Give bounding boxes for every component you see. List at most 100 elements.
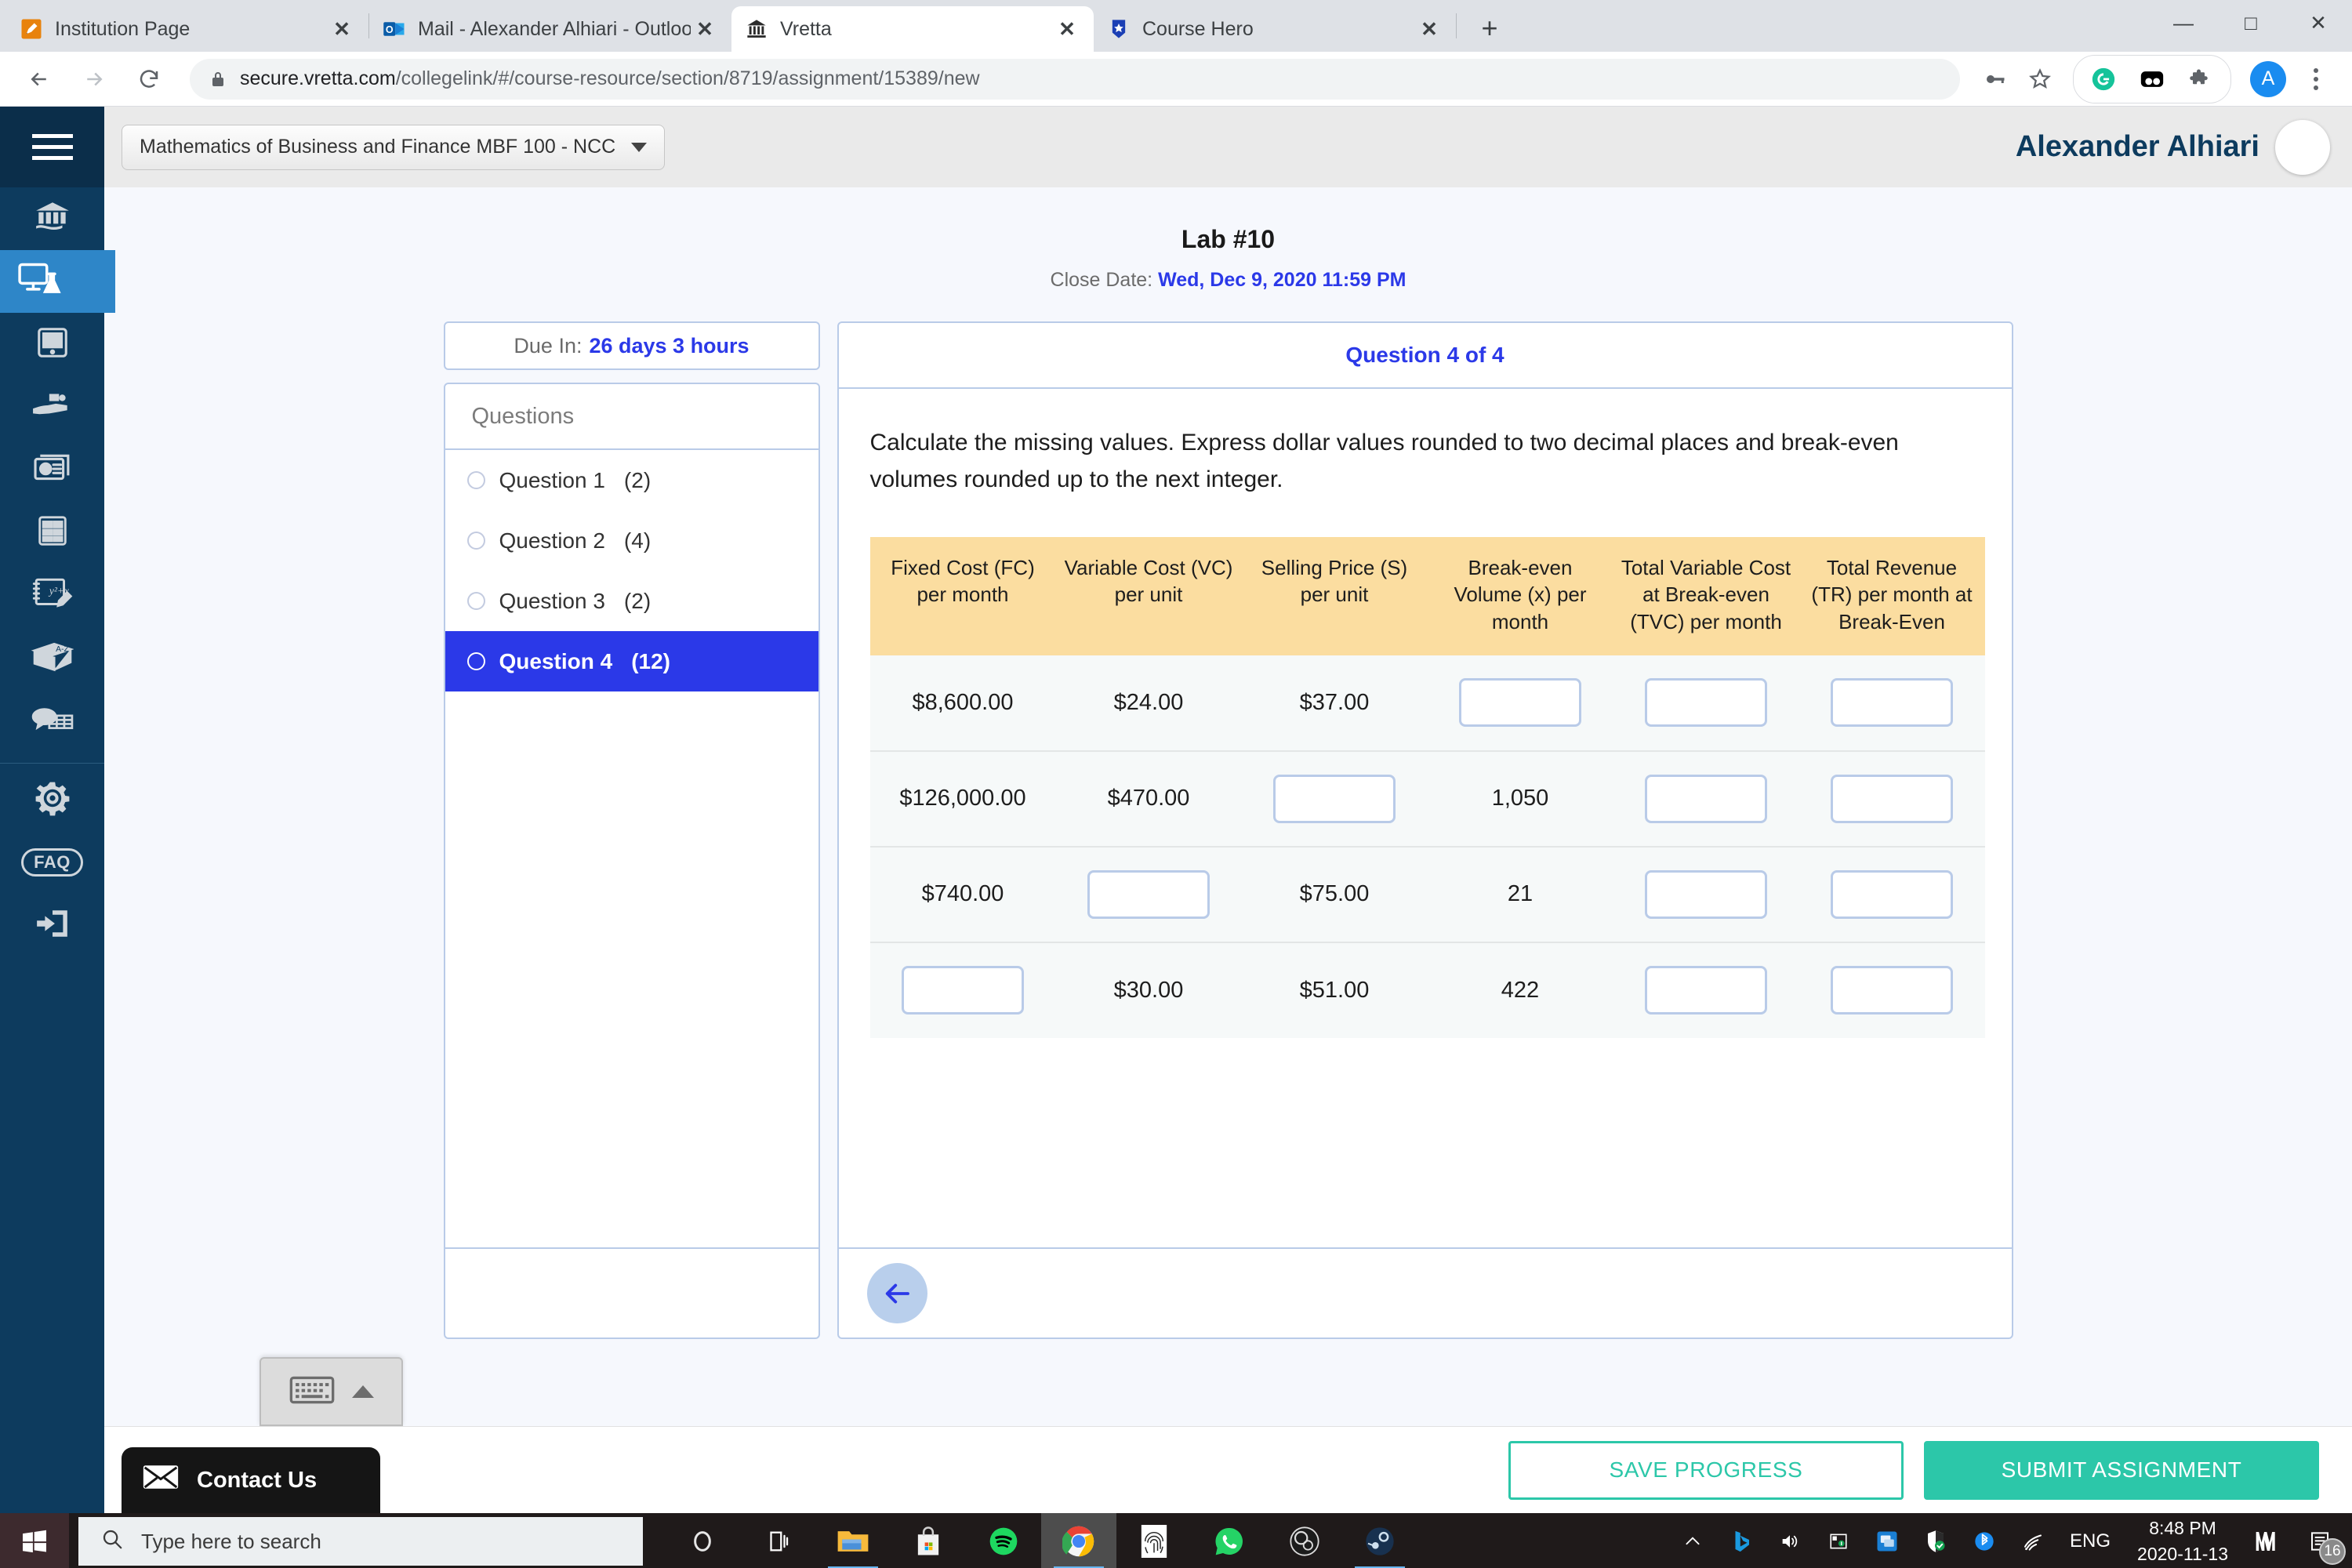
close-icon[interactable]: ✕ <box>691 15 719 43</box>
avatar[interactable] <box>2275 119 2330 175</box>
answer-input-variable-cost[interactable] <box>1087 869 1210 919</box>
sidebar-item-faq[interactable]: FAQ <box>0 831 104 894</box>
task-view-icon[interactable] <box>740 1513 815 1568</box>
back-navigation-icon[interactable] <box>17 57 61 101</box>
browser-tab-institution-page[interactable]: Institution Page ✕ <box>6 6 368 52</box>
table-row: $30.00 $51.00 422 <box>869 942 1985 1038</box>
wifi-icon[interactable] <box>2009 1513 2057 1568</box>
screen-capture-tray-icon[interactable] <box>1814 1513 1863 1568</box>
answer-input-total-variable-cost[interactable] <box>1645 774 1767 823</box>
maximize-button[interactable]: □ <box>2217 0 2285 45</box>
new-tab-button[interactable]: + <box>1468 6 1512 50</box>
steam-icon[interactable] <box>1342 1513 1417 1568</box>
hamburger-menu-icon[interactable] <box>0 107 104 187</box>
answer-input-total-revenue[interactable] <box>1831 774 1953 823</box>
cell-total-variable-cost <box>1613 942 1799 1038</box>
meet-now-icon[interactable] <box>2242 1513 2291 1568</box>
sidebar-item-etext[interactable] <box>0 313 104 376</box>
answer-input-total-variable-cost[interactable] <box>1645 966 1767 1015</box>
bing-wallpaper-icon[interactable] <box>1717 1513 1766 1568</box>
save-progress-button[interactable]: SAVE PROGRESS <box>1508 1440 1904 1500</box>
microsoft-store-icon[interactable] <box>891 1513 966 1568</box>
close-window-button[interactable]: ✕ <box>2285 0 2352 45</box>
contact-us-button[interactable]: Contact Us <box>122 1447 380 1513</box>
radio-icon[interactable] <box>466 471 485 489</box>
touch-keyboard-toggle[interactable] <box>260 1357 403 1426</box>
cell-selling-price: $75.00 <box>1241 846 1428 943</box>
obs-icon[interactable] <box>1267 1513 1342 1568</box>
file-explorer-icon[interactable] <box>815 1513 891 1568</box>
taskbar-search-placeholder: Type here to search <box>141 1529 321 1553</box>
radio-icon[interactable] <box>466 652 485 670</box>
answer-input-total-variable-cost[interactable] <box>1645 869 1767 919</box>
fingerprint-app-icon[interactable] <box>1116 1513 1192 1568</box>
close-date-value: Wed, Dec 9, 2020 11:59 PM <box>1158 269 1406 291</box>
taskbar-search-box[interactable]: Type here to search <box>78 1517 643 1566</box>
sidebar-item-dictionary[interactable]: A-Z <box>0 626 104 689</box>
question-label: Question 4 <box>499 648 613 673</box>
start-button[interactable] <box>0 1513 69 1568</box>
browser-tab-outlook-mail[interactable]: O Mail - Alexander Alhiari - Outlook ✕ <box>369 6 731 52</box>
sidebar-item-labs[interactable] <box>0 250 115 313</box>
input-language-indicator[interactable]: ENG <box>2057 1530 2123 1552</box>
close-icon[interactable]: ✕ <box>328 15 356 43</box>
table-header-row: Fixed Cost (FC) per month Variable Cost … <box>869 537 1985 655</box>
puzzle-extension-icon[interactable] <box>2180 59 2221 100</box>
bookmark-star-icon[interactable] <box>2020 59 2060 100</box>
sidebar-item-settings[interactable] <box>0 768 104 831</box>
minimize-button[interactable]: — <box>2150 0 2217 45</box>
show-hidden-icons-chevron-up-icon[interactable] <box>1668 1513 1717 1568</box>
sidebar-item-question-4[interactable]: Question 4 (12) <box>445 631 818 691</box>
browser-menu-icon[interactable] <box>2297 59 2335 100</box>
password-key-icon[interactable] <box>1974 59 2015 100</box>
answer-input-total-revenue[interactable] <box>1831 869 1953 919</box>
answer-input-total-revenue[interactable] <box>1831 678 1953 728</box>
close-icon[interactable]: ✕ <box>1053 15 1081 43</box>
sidebar-item-logout[interactable] <box>0 894 104 956</box>
volume-icon[interactable] <box>1766 1513 1814 1568</box>
submit-assignment-button[interactable]: SUBMIT ASSIGNMENT <box>1924 1440 2319 1500</box>
spotify-icon[interactable] <box>966 1513 1041 1568</box>
sidebar-item-institution[interactable] <box>0 187 104 250</box>
cortana-icon[interactable] <box>665 1513 740 1568</box>
clock[interactable]: 8:48 PM 2020-11-13 <box>2123 1515 2242 1566</box>
sidebar-item-question-2[interactable]: Question 2 (4) <box>445 510 818 571</box>
sidebar-item-question-3[interactable]: Question 3 (2) <box>445 571 818 631</box>
bluetooth-icon[interactable] <box>1960 1513 2009 1568</box>
profile-avatar[interactable]: A <box>2250 60 2286 97</box>
question-footer <box>838 1247 2012 1338</box>
sidebar-item-calculator[interactable] <box>0 501 104 564</box>
reload-icon[interactable] <box>127 57 171 101</box>
cell-fixed-cost: $8,600.00 <box>869 655 1056 752</box>
address-bar-url: secure.vretta.com/collegelink/#/course-r… <box>240 67 980 90</box>
sidebar-item-question-1[interactable]: Question 1 (2) <box>445 450 818 510</box>
bank-icon <box>744 16 769 42</box>
answer-input-total-variable-cost[interactable] <box>1645 678 1767 728</box>
sidebar-item-interactives[interactable] <box>0 376 104 438</box>
course-selector[interactable]: Mathematics of Business and Finance MBF … <box>122 124 666 170</box>
answer-input-selling-price[interactable] <box>1273 774 1396 823</box>
answer-input-break-even-volume[interactable] <box>1459 678 1581 728</box>
radio-icon[interactable] <box>466 532 485 550</box>
sidebar-item-formulas[interactable]: y²+x <box>0 564 104 626</box>
sidebar-item-discussions[interactable] <box>0 689 104 752</box>
browser-tab-course-hero[interactable]: Course Hero ✕ <box>1094 6 1456 52</box>
sidebar-item-presentations[interactable] <box>0 438 104 501</box>
grammarly-icon[interactable] <box>2083 59 2124 100</box>
eyes-extension-icon[interactable] <box>2132 59 2172 100</box>
answer-input-fixed-cost[interactable] <box>902 966 1024 1015</box>
chrome-icon[interactable] <box>1041 1513 1116 1568</box>
previous-question-button[interactable] <box>866 1263 927 1323</box>
browser-tab-vretta[interactable]: Vretta ✕ <box>731 6 1094 52</box>
radio-icon[interactable] <box>466 592 485 610</box>
due-in-box: Due In: 26 days 3 hours <box>443 321 820 370</box>
intel-graphics-icon[interactable] <box>1863 1513 1911 1568</box>
notification-center-button[interactable]: 16 <box>2291 1513 2349 1568</box>
answer-input-total-revenue[interactable] <box>1831 966 1953 1015</box>
forward-navigation-icon <box>72 57 116 101</box>
cell-selling-price <box>1241 750 1428 848</box>
whatsapp-icon[interactable] <box>1192 1513 1267 1568</box>
close-icon[interactable]: ✕ <box>1415 15 1443 43</box>
address-bar[interactable]: secure.vretta.com/collegelink/#/course-r… <box>190 58 1960 100</box>
windows-security-shield-icon[interactable] <box>1911 1513 1960 1568</box>
